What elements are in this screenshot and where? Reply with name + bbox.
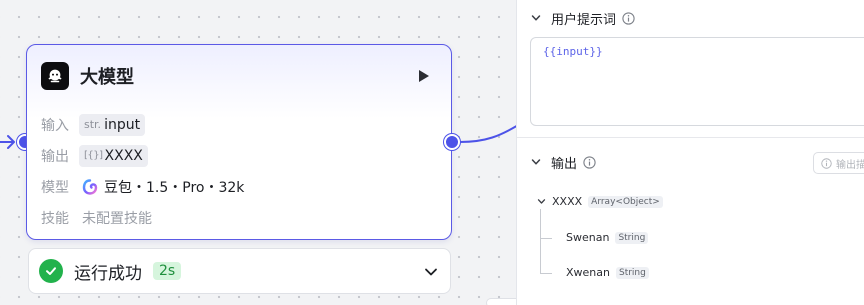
incoming-edge-icon: [0, 135, 15, 149]
outgoing-edge: [459, 123, 520, 143]
skills-label: 技能: [41, 210, 69, 227]
caret-down-icon[interactable]: [531, 157, 541, 167]
tree-item-child[interactable]: Xwenan String: [566, 266, 649, 279]
llm-node-card[interactable]: 大模型 输入 str. input 输出 [{}] XXXX 模型 豆包・1.5…: [26, 44, 452, 240]
node-header: 大模型: [41, 61, 435, 91]
run-status-bar[interactable]: 运行成功 2s: [28, 248, 451, 294]
run-status-text: 运行成功: [74, 263, 142, 284]
model-node-icon: [41, 62, 69, 90]
tree-guide-line: [540, 238, 552, 239]
output-title: 输出: [551, 156, 578, 172]
output-section-header[interactable]: 输出: [531, 152, 596, 172]
array-object-type-tag: [{}]: [84, 150, 103, 161]
info-icon[interactable]: [583, 155, 596, 169]
model-label: 模型: [41, 179, 69, 196]
tree-guide-line: [540, 273, 552, 274]
info-icon[interactable]: [622, 11, 635, 25]
output-description-button[interactable]: 输出描: [813, 152, 864, 174]
string-type-tag: str.: [84, 118, 102, 131]
output-port[interactable]: [444, 134, 460, 150]
run-duration-badge: 2s: [153, 262, 182, 280]
model-name: 豆包・1.5・Pro・32k: [104, 179, 245, 196]
doubao-logo-icon: [82, 178, 98, 195]
model-row: 模型 豆包・1.5・Pro・32k: [41, 171, 435, 202]
type-tag: Array<Object>: [588, 195, 663, 208]
output-row: 输出 [{}] XXXX: [41, 140, 435, 171]
tree-item-root[interactable]: XXXX Array<Object>: [537, 195, 663, 208]
output-label: 输出: [41, 148, 69, 165]
input-variable-chip: str. input: [79, 113, 146, 136]
tree-item-name: XXXX: [552, 195, 583, 208]
input-label: 输入: [41, 117, 69, 134]
prompt-variable-text: {{input}}: [543, 45, 603, 58]
user-prompt-section-header[interactable]: 用户提示词: [531, 8, 635, 28]
node-fields: 输入 str. input 输出 [{}] XXXX 模型 豆包・1.5・Pro…: [41, 109, 435, 233]
tree-item-name: Xwenan: [566, 266, 610, 279]
input-variable-name: input: [104, 116, 141, 133]
user-prompt-input[interactable]: {{input}}: [530, 37, 864, 126]
tree-item-name: Swenan: [566, 231, 610, 244]
info-icon: [821, 157, 832, 169]
tree-guide-line: [540, 209, 541, 273]
caret-down-icon[interactable]: [537, 197, 546, 206]
tree-item-child[interactable]: Swenan String: [566, 231, 649, 244]
chevron-down-icon[interactable]: [424, 265, 438, 279]
skills-row: 技能 未配置技能: [41, 202, 435, 233]
output-variable-chip: [{}] XXXX: [79, 144, 148, 167]
type-tag: String: [615, 266, 649, 279]
play-icon[interactable]: [417, 68, 431, 84]
node-settings-panel: 用户提示词 {{input}} 输出 输出描 XXXX Array<Object…: [516, 0, 864, 305]
section-divider: [517, 137, 864, 138]
skills-value: 未配置技能: [82, 210, 152, 227]
caret-down-icon[interactable]: [531, 13, 541, 23]
output-variable-name: XXXX: [104, 147, 143, 164]
node-title: 大模型: [80, 67, 134, 88]
output-description-label: 输出描: [836, 159, 864, 171]
user-prompt-title: 用户提示词: [551, 12, 617, 28]
check-circle-icon: [39, 259, 63, 283]
type-tag: String: [615, 231, 649, 244]
input-row: 输入 str. input: [41, 109, 435, 140]
